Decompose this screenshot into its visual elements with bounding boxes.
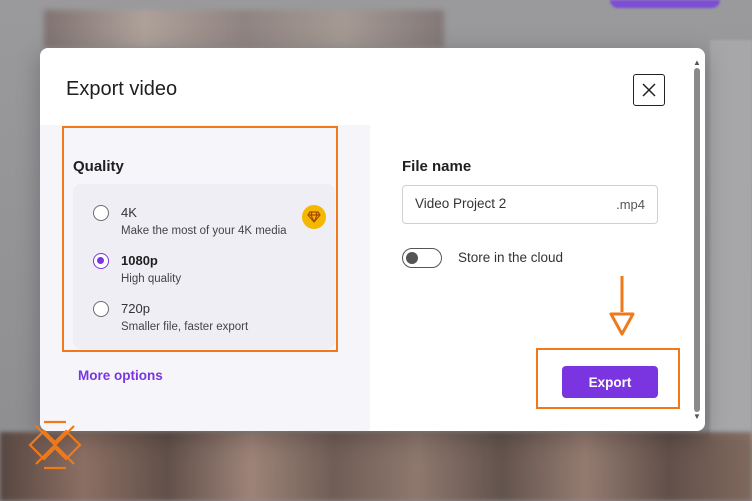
background-side-panel	[710, 40, 752, 440]
more-options-link[interactable]: More options	[78, 368, 163, 383]
scroll-up-icon[interactable]: ▲	[693, 58, 701, 67]
scroll-thumb[interactable]	[694, 68, 700, 412]
logo-icon	[28, 420, 82, 470]
scroll-down-icon[interactable]: ▼	[693, 412, 701, 421]
file-name-input[interactable]	[415, 196, 595, 211]
close-icon	[642, 83, 656, 97]
arrow-down-icon	[609, 276, 635, 336]
quality-highlight-box	[62, 126, 338, 352]
background-timeline	[0, 432, 752, 501]
dialog-scrollbar[interactable]: ▲ ▼	[692, 58, 702, 422]
dialog-title: Export video	[66, 78, 178, 100]
file-name-heading: File name	[402, 158, 472, 175]
file-extension: .mp4	[616, 197, 645, 212]
cloud-toggle-label: Store in the cloud	[458, 250, 564, 265]
file-name-field[interactable]: .mp4	[402, 185, 658, 224]
close-button[interactable]	[633, 74, 665, 106]
export-highlight-box	[536, 348, 680, 409]
background-accent-pill	[610, 0, 720, 8]
cloud-toggle[interactable]	[402, 248, 442, 268]
toggle-knob	[406, 251, 418, 264]
background-thumbnail-strip	[44, 10, 444, 48]
